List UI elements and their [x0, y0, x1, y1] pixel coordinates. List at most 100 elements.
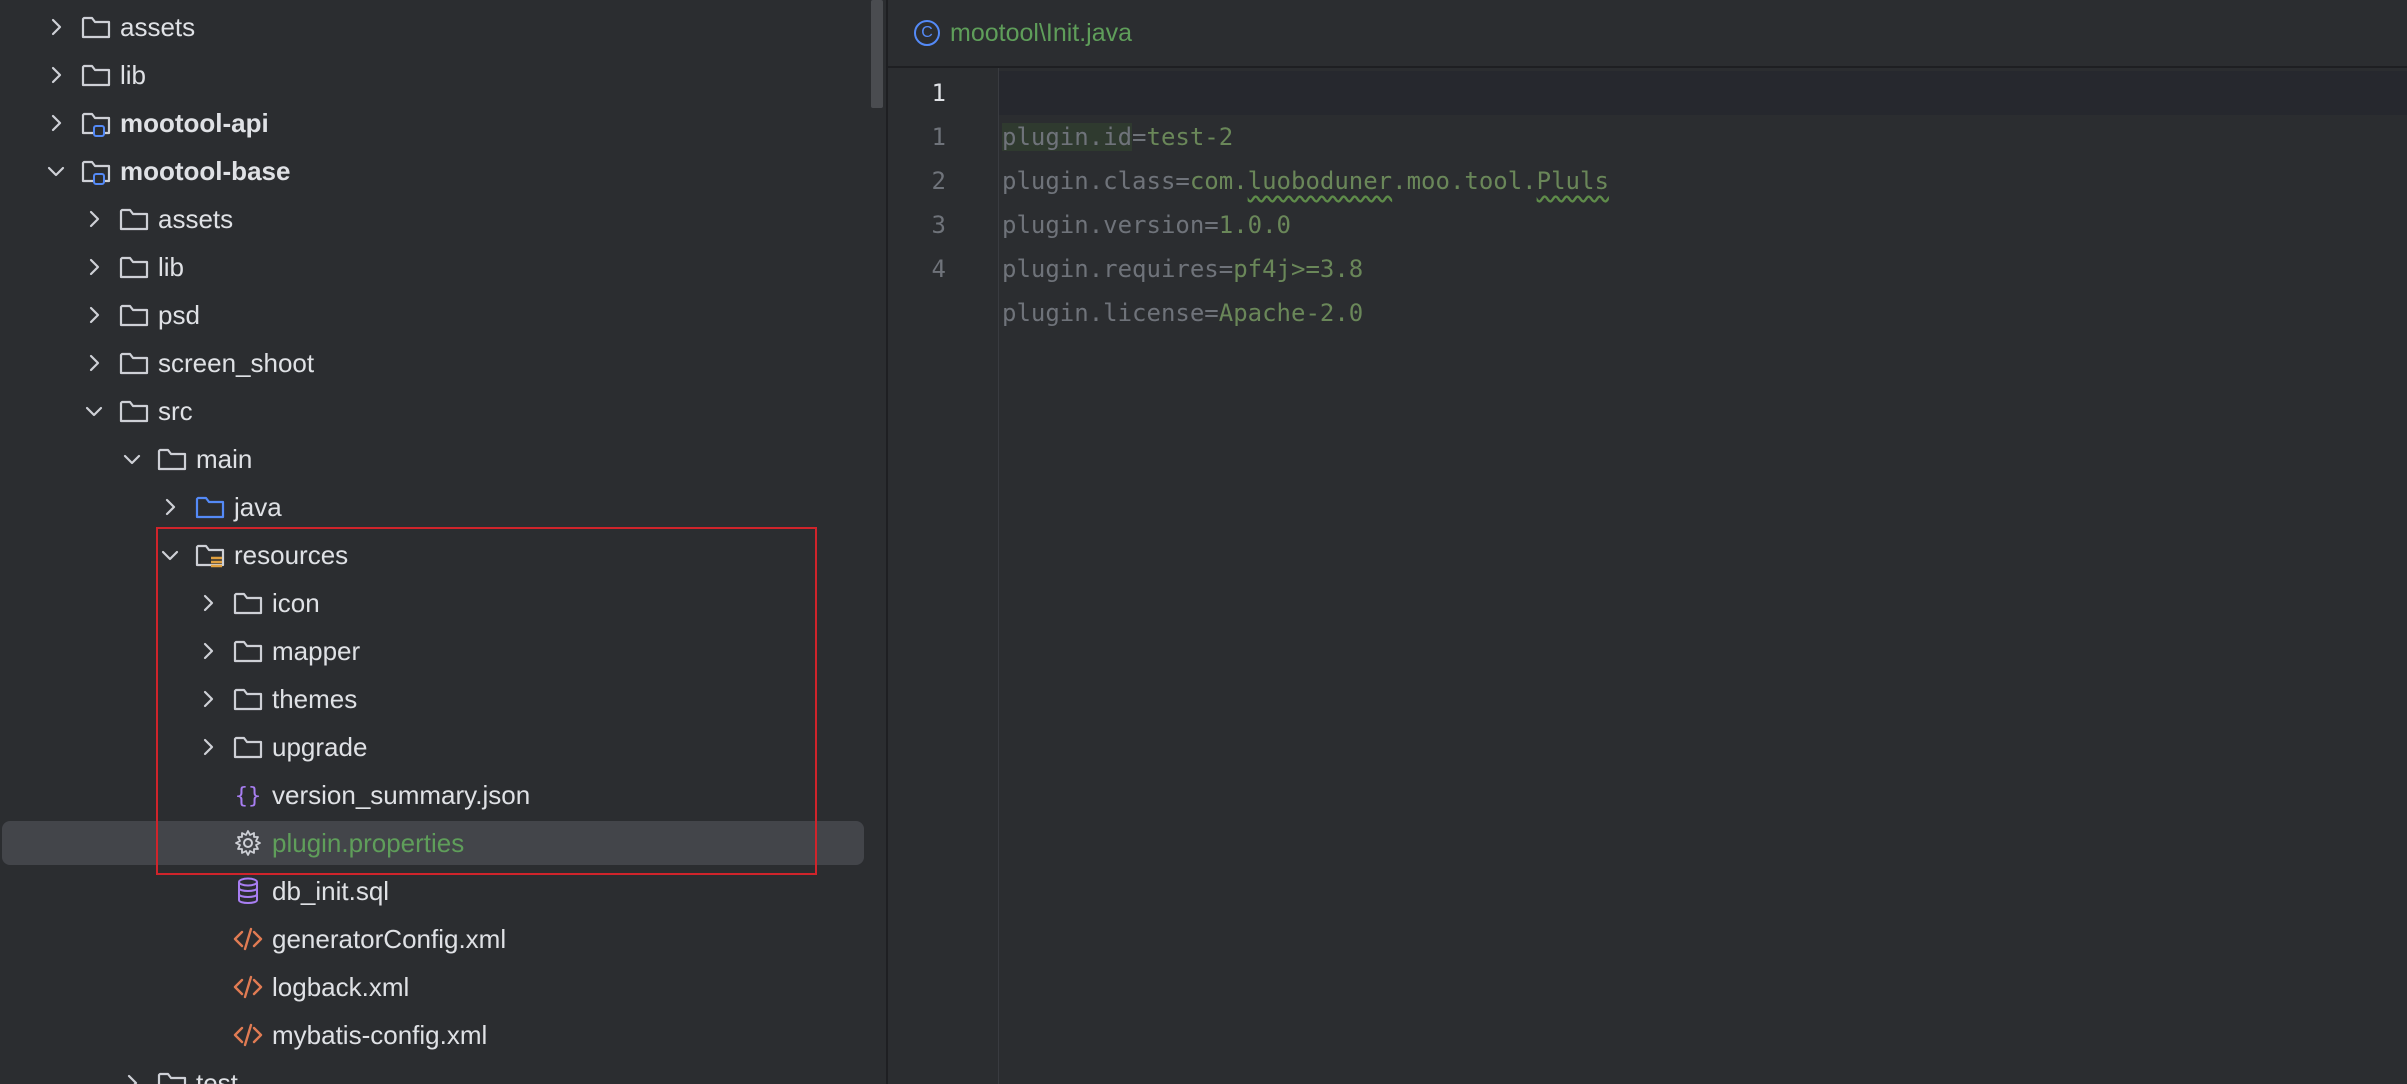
tree-scrollbar[interactable] [868, 0, 886, 1084]
tree-folder-item[interactable]: src [0, 387, 866, 435]
tree-item-label: mybatis-config.xml [272, 1019, 488, 1050]
folder-icon [156, 1067, 188, 1084]
tree-item-label: mootool-api [120, 107, 269, 138]
code-line[interactable]: plugin.class=com.luoboduner.moo.tool.Plu… [999, 115, 2407, 195]
line-number: 1 [931, 79, 946, 107]
chevron-down-icon[interactable] [118, 445, 146, 473]
tree-item-label: screen_shoot [158, 347, 315, 378]
properties-file-icon [232, 827, 264, 859]
tree-item-label: java [234, 491, 282, 522]
chevron-right-icon[interactable] [156, 493, 184, 521]
tree-scrollbar-thumb[interactable] [871, 0, 883, 108]
tree-folder-item[interactable]: screen_shoot [0, 339, 866, 387]
folder-icon [156, 443, 188, 475]
tree-folder-item[interactable]: lib [0, 243, 866, 291]
chevron-down-icon[interactable] [80, 397, 108, 425]
chevron-right-icon[interactable] [194, 733, 222, 761]
folder-icon [80, 11, 112, 43]
chevron-right-icon[interactable] [42, 13, 70, 41]
property-key: plugin.license [1002, 299, 1205, 327]
tree-folder-item[interactable]: mapper [0, 627, 866, 675]
tree-folder-item[interactable]: lib [0, 51, 866, 99]
folder-icon [232, 587, 264, 619]
tree-item-label: test [196, 1067, 238, 1084]
tree-folder-item[interactable]: themes [0, 675, 866, 723]
tree-folder-item[interactable]: resources [0, 531, 866, 579]
tree-item-label: src [158, 395, 193, 426]
tree-file-item[interactable]: generatorConfig.xml [0, 915, 866, 963]
xml-file-icon [232, 923, 264, 955]
source-folder-icon [194, 491, 226, 523]
tree-item-label: upgrade [272, 731, 368, 762]
chevron-right-icon[interactable] [194, 589, 222, 617]
module-folder-icon [80, 107, 112, 139]
folder-icon [80, 59, 112, 91]
tree-folder-item[interactable]: mootool-api [0, 99, 866, 147]
folder-icon [232, 683, 264, 715]
tree-folder-item[interactable]: upgrade [0, 723, 866, 771]
tree-folder-item[interactable]: test [0, 1059, 866, 1084]
tree-folder-item[interactable]: mootool-base [0, 147, 866, 195]
project-tree-panel: assets lib mootool-api mootool-base assets li… [0, 0, 886, 1084]
chevron-right-icon[interactable] [42, 109, 70, 137]
chevron-right-icon[interactable] [80, 205, 108, 233]
line-number-gutter: 1 1 2 3 4 [888, 68, 999, 1084]
tree-item-label: generatorConfig.xml [272, 923, 507, 954]
tree-item-label: main [196, 443, 253, 474]
tree-file-item[interactable]: logback.xml [0, 963, 866, 1011]
code-editor[interactable]: plugin.id=test-2 plugin.class=com.luobod… [999, 68, 2407, 1084]
code-line[interactable]: plugin.id=test-2 [999, 71, 2407, 151]
resources-folder-icon [194, 539, 226, 571]
tree-item-label: resources [234, 539, 349, 570]
tree-item-label: mapper [272, 635, 361, 666]
code-line[interactable]: plugin.version=1.0.0 [999, 159, 2407, 239]
line-number: 2 [931, 167, 946, 195]
tree-folder-item[interactable]: assets [0, 195, 866, 243]
tree-item-label: psd [158, 299, 200, 330]
tree-folder-item[interactable]: java [0, 483, 866, 531]
chevron-right-icon[interactable] [194, 637, 222, 665]
line-number: 3 [931, 211, 946, 239]
chevron-down-icon[interactable] [42, 157, 70, 185]
chevron-right-icon[interactable] [42, 61, 70, 89]
tree-folder-item[interactable]: main [0, 435, 866, 483]
chevron-right-icon[interactable] [80, 301, 108, 329]
chevron-right-icon[interactable] [194, 685, 222, 713]
tree-file-item[interactable]: plugin.properties [0, 819, 866, 867]
chevron-right-icon[interactable] [80, 349, 108, 377]
database-file-icon [232, 875, 264, 907]
tree-folder-item[interactable]: assets [0, 3, 866, 51]
tree-item-label: assets [120, 11, 196, 42]
chevron-right-icon[interactable] [80, 253, 108, 281]
editor-tab-bar: C mootool\Init.java [888, 0, 2407, 68]
xml-file-icon [232, 971, 264, 1003]
tree-item-label: plugin.properties [272, 827, 465, 858]
chevron-right-icon[interactable] [118, 1069, 146, 1084]
tree-item-label: lib [158, 251, 185, 282]
tree-file-item[interactable]: db_init.sql [0, 867, 866, 915]
json-file-icon: {} [232, 779, 264, 811]
folder-icon [232, 731, 264, 763]
code-line[interactable]: plugin.requires=pf4j>=3.8 [999, 203, 2407, 283]
folder-icon [118, 299, 150, 331]
code-line[interactable]: plugin.license=Apache-2.0 [999, 247, 2407, 327]
tree-file-item[interactable]: {} version_summary.json [0, 771, 866, 819]
chevron-down-icon[interactable] [156, 541, 184, 569]
folder-icon [118, 203, 150, 235]
tree-folder-item[interactable]: psd [0, 291, 866, 339]
line-number: 4 [931, 255, 946, 283]
property-value: Apache-2.0 [1218, 299, 1364, 327]
tree-item-label: mootool-base [120, 155, 291, 186]
tree-item-label: assets [158, 203, 234, 234]
equals-sign: = [1204, 299, 1219, 327]
folder-icon [232, 635, 264, 667]
tree-folder-item[interactable]: icon [0, 579, 866, 627]
editor-pane: C mootool\Init.java 1 1 2 3 4 plugin.id=… [888, 0, 2407, 1084]
folder-icon [118, 347, 150, 379]
folder-icon [118, 395, 150, 427]
editor-tab[interactable]: C mootool\Init.java [888, 0, 1152, 66]
tree-file-item[interactable]: mybatis-config.xml [0, 1011, 866, 1059]
